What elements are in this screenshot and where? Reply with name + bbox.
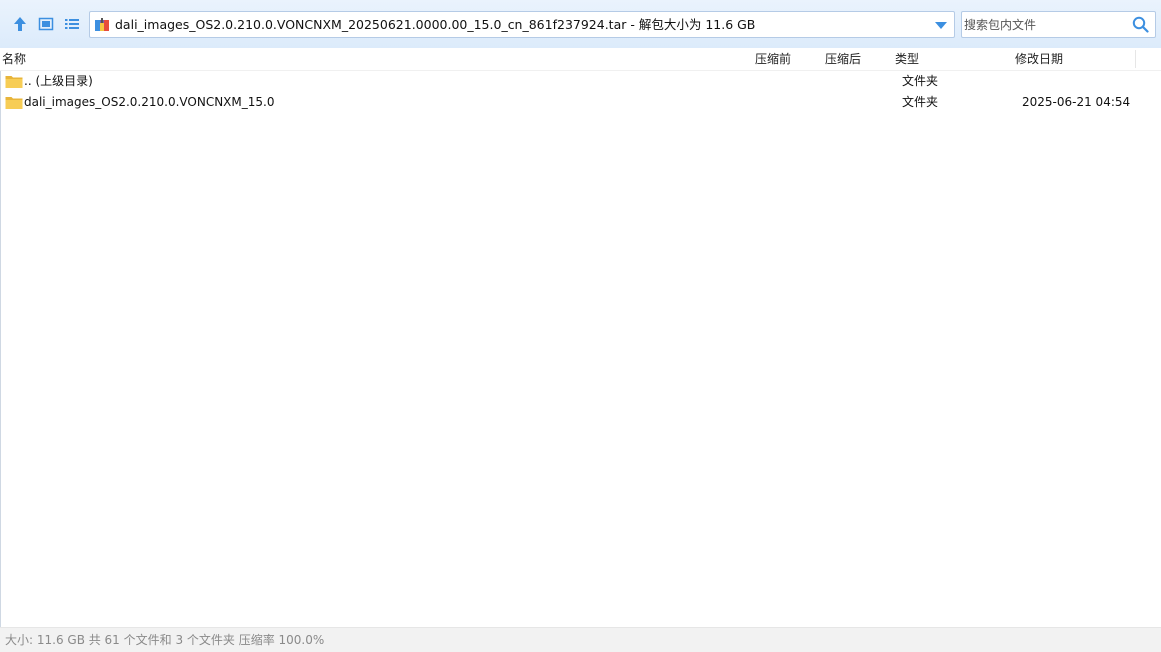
up-level-button[interactable] [10,14,30,34]
item-modified: 2025-06-21 04:54 [1022,95,1131,109]
column-size-before[interactable]: 压缩前 [755,48,791,70]
column-separator[interactable] [1135,50,1136,68]
column-name[interactable]: 名称 [2,48,26,70]
path-bar[interactable]: dali_images_OS2.0.210.0.VONCNXM_20250621… [89,11,955,38]
status-bar: 大小: 11.6 GB 共 61 个文件和 3 个文件夹 压缩率 100.0% [0,627,1161,652]
file-list: .. (上级目录) 文件夹 dali_images_OS2.0.210.0.VO… [0,71,1161,627]
chevron-down-icon[interactable] [934,20,948,30]
column-header: 名称 压缩前 压缩后 类型 修改日期 [0,48,1161,71]
pane-view-button[interactable] [36,14,56,34]
status-text: 大小: 11.6 GB 共 61 个文件和 3 个文件夹 压缩率 100.0% [5,633,325,647]
folder-icon [5,97,23,109]
search-box [961,11,1156,38]
item-name: .. (上级目录) [24,74,93,88]
archive-path-text: dali_images_OS2.0.210.0.VONCNXM_20250621… [115,17,756,32]
toolbar: dali_images_OS2.0.210.0.VONCNXM_20250621… [0,0,1161,48]
arrow-up-icon [14,17,26,31]
item-type: 文件夹 [902,95,939,109]
list-item-folder[interactable]: dali_images_OS2.0.210.0.VONCNXM_15.0 文件夹… [1,92,1159,113]
archive-window: dali_images_OS2.0.210.0.VONCNXM_20250621… [0,0,1161,652]
column-type[interactable]: 类型 [895,48,919,70]
archive-file-icon [95,18,109,31]
list-view-icon [65,19,79,29]
column-size-after[interactable]: 压缩后 [825,48,861,70]
list-view-button[interactable] [62,14,82,34]
single-pane-view-icon [38,17,54,31]
search-icon[interactable] [1132,16,1149,33]
folder-icon [5,76,23,88]
item-name: dali_images_OS2.0.210.0.VONCNXM_15.0 [24,95,275,109]
search-input[interactable] [962,12,1124,37]
list-item-parent-directory[interactable]: .. (上级目录) 文件夹 [1,71,1159,92]
column-modified[interactable]: 修改日期 [1015,48,1063,70]
item-type: 文件夹 [902,74,939,88]
